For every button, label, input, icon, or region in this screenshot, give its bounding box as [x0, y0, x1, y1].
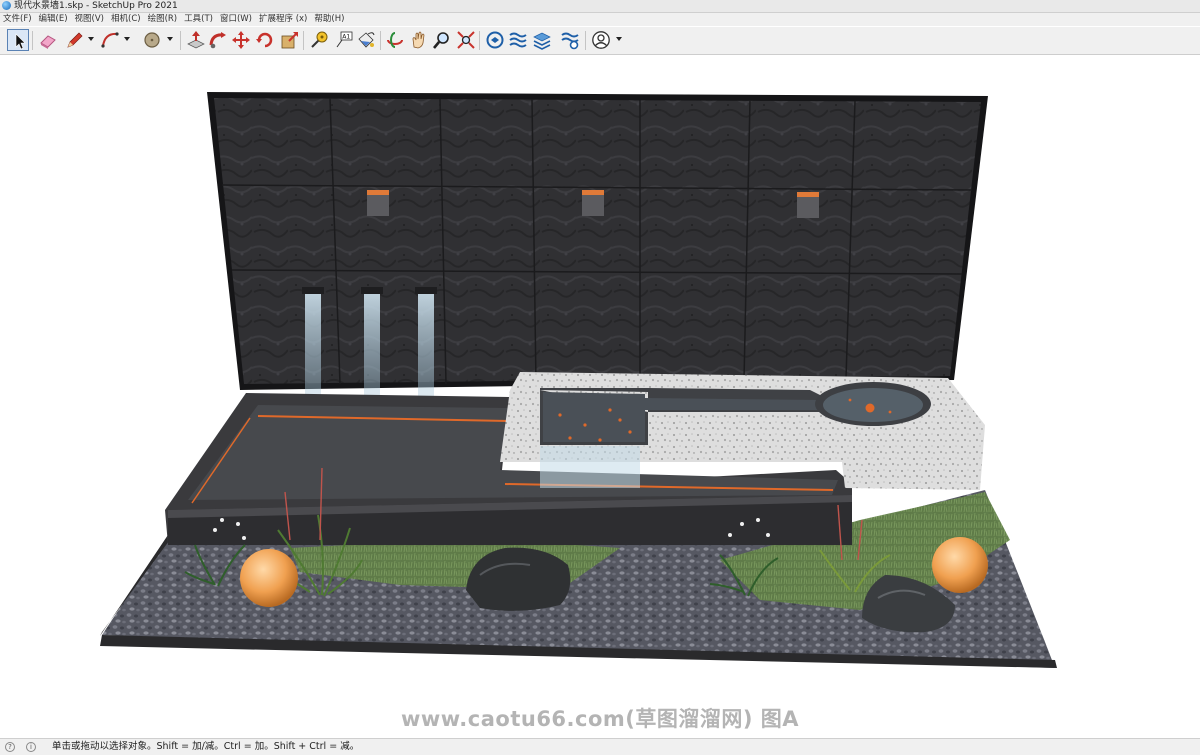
user-account-icon	[592, 31, 610, 49]
menu-camera[interactable]: 相机(C)	[108, 13, 145, 26]
eraser-icon	[40, 35, 56, 49]
menu-tools[interactable]: 工具(T)	[181, 13, 217, 26]
menu-view[interactable]: 视图(V)	[72, 13, 108, 26]
extension-manager-button[interactable]	[559, 29, 581, 51]
3d-warehouse-button[interactable]	[484, 29, 506, 51]
eraser-tool-button[interactable]	[37, 29, 59, 51]
stone-back-wall	[207, 92, 988, 390]
move-tool-button[interactable]	[230, 29, 252, 51]
geolocation-icon[interactable]: ?	[5, 742, 15, 752]
orbit-tool-button[interactable]	[384, 29, 406, 51]
svg-text:A1: A1	[342, 34, 350, 41]
scale-tool-button[interactable]	[279, 29, 301, 51]
move-icon	[232, 31, 250, 49]
follow-me-icon	[209, 32, 226, 49]
account-button[interactable]	[590, 29, 612, 51]
orbit-icon	[387, 32, 403, 48]
pencil-icon	[67, 32, 83, 48]
follow-me-tool-button[interactable]	[207, 29, 229, 51]
zoom-tool-button[interactable]	[431, 29, 453, 51]
sketchup-logo-icon	[2, 1, 11, 10]
layout-button[interactable]	[531, 29, 553, 51]
account-dropdown-arrow-icon[interactable]	[615, 35, 623, 43]
paint-bucket-icon	[358, 32, 375, 48]
rotate-tool-button[interactable]	[254, 29, 276, 51]
title-bar: 现代水景墙1.skp - SketchUp Pro 2021	[0, 0, 1200, 13]
shape-tool-button[interactable]	[141, 29, 163, 51]
extension-warehouse-icon	[509, 32, 527, 48]
menu-edit[interactable]: 编辑(E)	[36, 13, 72, 26]
text-label-icon: A1	[336, 31, 353, 48]
select-arrow-icon	[15, 33, 26, 50]
status-bar: ? i 单击或拖动以选择对象。Shift = 加/减。Ctrl = 加。Shif…	[0, 738, 1200, 755]
extension-warehouse-button[interactable]	[507, 29, 529, 51]
model-viewport[interactable]	[0, 55, 1200, 737]
arc-dropdown-arrow-icon[interactable]	[123, 35, 131, 43]
line-dropdown-arrow-icon[interactable]	[87, 35, 95, 43]
scale-icon	[281, 32, 298, 49]
circle-shape-icon	[144, 32, 160, 48]
arc-icon	[101, 32, 119, 48]
extension-manager-icon	[561, 32, 579, 50]
layers-stack-icon	[533, 32, 551, 50]
pan-tool-button[interactable]	[408, 29, 430, 51]
menu-help[interactable]: 帮助(H)	[311, 13, 348, 26]
text-tool-button[interactable]: A1	[333, 29, 355, 51]
window-title: 现代水景墙1.skp - SketchUp Pro 2021	[14, 1, 178, 11]
menu-window[interactable]: 窗口(W)	[217, 13, 256, 26]
rotate-icon	[256, 32, 273, 48]
tape-measure-icon	[311, 31, 328, 48]
zoom-magnifier-icon	[433, 32, 449, 49]
menu-bar: 文件(F) 编辑(E) 视图(V) 相机(C) 绘图(R) 工具(T) 窗口(W…	[0, 13, 1200, 26]
paint-bucket-tool-button[interactable]	[355, 29, 377, 51]
menu-draw[interactable]: 绘图(R)	[145, 13, 182, 26]
menu-extensions[interactable]: 扩展程序 (x)	[256, 13, 311, 26]
main-toolbar: A1	[0, 27, 1200, 55]
push-pull-icon	[187, 31, 205, 49]
tape-measure-tool-button[interactable]	[308, 29, 330, 51]
terrazzo-basin	[500, 372, 985, 490]
push-pull-tool-button[interactable]	[185, 29, 207, 51]
warehouse-icon	[486, 31, 504, 49]
zoom-extents-button[interactable]	[455, 29, 477, 51]
zoom-extents-icon	[457, 31, 475, 49]
select-tool-button[interactable]	[7, 29, 29, 51]
arc-tool-button[interactable]	[99, 29, 121, 51]
line-tool-button[interactable]	[63, 29, 85, 51]
menu-file[interactable]: 文件(F)	[0, 13, 36, 26]
status-hint-text: 单击或拖动以选择对象。Shift = 加/减。Ctrl = 加。Shift + …	[52, 741, 360, 752]
shape-dropdown-arrow-icon[interactable]	[166, 35, 174, 43]
pan-hand-icon	[412, 31, 425, 49]
water-feature-model	[100, 92, 1057, 668]
info-icon[interactable]: i	[26, 742, 36, 752]
